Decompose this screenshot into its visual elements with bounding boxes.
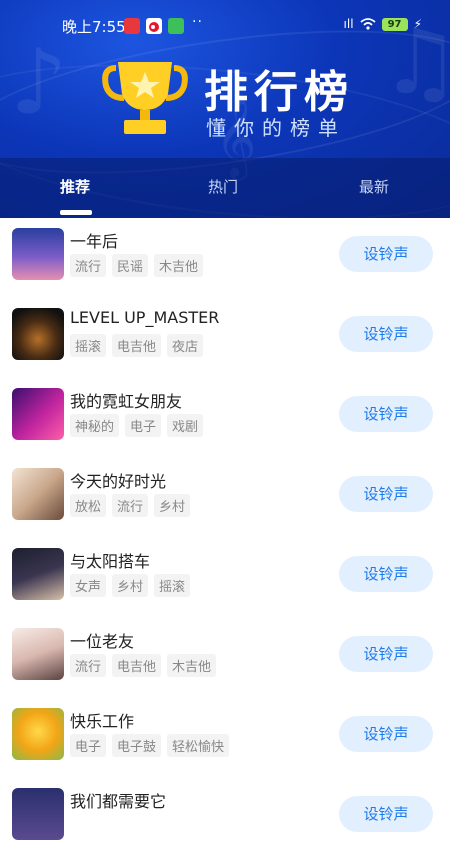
tag-list: 电子 电子鼓 轻松愉快 [70,734,230,757]
song-title: 我的霓虹女朋友 [70,392,183,411]
tag: 民谣 [112,254,149,277]
list-item[interactable]: 今天的好时光 放松 流行 乡村 设铃声 [0,458,450,538]
active-tab-indicator [60,210,92,215]
app-notification-icon [124,18,140,34]
song-title: LEVEL UP_MASTER [70,308,220,327]
set-ringtone-button[interactable]: 设铃声 [339,316,433,352]
set-ringtone-button[interactable]: 设铃声 [339,636,433,672]
weibo-icon [146,18,162,34]
page-subtitle: 懂你的榜单 [206,116,346,140]
status-time: 晚上7:55 [62,18,126,36]
list-item[interactable]: 快乐工作 电子 电子鼓 轻松愉快 设铃声 [0,698,450,778]
more-notifications-icon: ·· [192,14,203,30]
tag: 戏剧 [167,414,204,437]
tag: 乡村 [154,494,191,517]
tab-latest[interactable]: 最新 [359,176,389,197]
song-cover [12,788,64,840]
tag-list: 神秘的 电子 戏剧 [70,414,204,437]
tag: 神秘的 [70,414,120,437]
header-banner: ♪ ♫ 𝄞 晚上7:55 ·· ıll 97 ⚡ 排行榜 懂你的榜单 推荐 热门… [0,0,450,218]
song-title: 一年后 [70,232,119,251]
song-title: 与太阳搭车 [70,552,151,571]
set-ringtone-button[interactable]: 设铃声 [339,236,433,272]
tab-bar: 推荐 热门 最新 [0,158,450,218]
tag: 女声 [70,574,107,597]
song-title: 我们都需要它 [70,792,167,811]
song-cover [12,468,64,520]
list-item[interactable]: 一位老友 流行 电吉他 木吉他 设铃声 [0,618,450,698]
app-icon-green [168,18,184,34]
tag: 流行 [70,654,107,677]
tag: 电子鼓 [112,734,162,757]
tag: 电吉他 [112,334,162,357]
page-title: 排行榜 [204,67,354,118]
tab-hot[interactable]: 热门 [208,176,238,197]
song-cover [12,228,64,280]
tag: 木吉他 [167,654,217,677]
song-cover [12,548,64,600]
tag: 电子 [70,734,107,757]
song-cover [12,388,64,440]
list-item[interactable]: 一年后 流行 民谣 木吉他 设铃声 [0,218,450,298]
song-title: 快乐工作 [70,712,135,731]
set-ringtone-button[interactable]: 设铃声 [339,396,433,432]
tag: 轻松愉快 [167,734,230,757]
wifi-icon [359,18,376,30]
song-title: 今天的好时光 [70,472,167,491]
set-ringtone-button[interactable]: 设铃声 [339,716,433,752]
tag-list: 摇滚 电吉他 夜店 [70,334,204,357]
tag-list: 放松 流行 乡村 [70,494,191,517]
tag-list: 流行 电吉他 木吉他 [70,654,217,677]
tag: 电吉他 [112,654,162,677]
signal-icon: ıll [343,17,354,31]
tag: 乡村 [112,574,149,597]
set-ringtone-button[interactable]: 设铃声 [339,556,433,592]
tag: 电子 [125,414,162,437]
song-cover [12,708,64,760]
tag: 摇滚 [70,334,107,357]
set-ringtone-button[interactable]: 设铃声 [339,796,433,832]
tag: 流行 [112,494,149,517]
song-cover [12,628,64,680]
tag: 流行 [70,254,107,277]
tag: 木吉他 [154,254,204,277]
charging-icon: ⚡ [413,17,422,31]
tag-list: 女声 乡村 摇滚 [70,574,191,597]
song-title: 一位老友 [70,632,135,651]
status-bar: 晚上7:55 ·· ıll 97 ⚡ [0,14,450,38]
song-cover [12,308,64,360]
music-note-icon: ♪ [10,30,68,135]
tag: 放松 [70,494,107,517]
trophy-icon [102,62,188,134]
list-item[interactable]: 我的霓虹女朋友 神秘的 电子 戏剧 设铃声 [0,378,450,458]
tag: 摇滚 [154,574,191,597]
tag-list: 流行 民谣 木吉他 [70,254,204,277]
list-item[interactable]: LEVEL UP_MASTER 摇滚 电吉他 夜店 设铃声 [0,298,450,378]
battery-icon: 97 [381,17,408,31]
set-ringtone-button[interactable]: 设铃声 [339,476,433,512]
list-item[interactable]: 我们都需要它 设铃声 [0,778,450,858]
tag: 夜店 [167,334,204,357]
list-item[interactable]: 与太阳搭车 女声 乡村 摇滚 设铃声 [0,538,450,618]
tab-recommend[interactable]: 推荐 [60,176,90,197]
